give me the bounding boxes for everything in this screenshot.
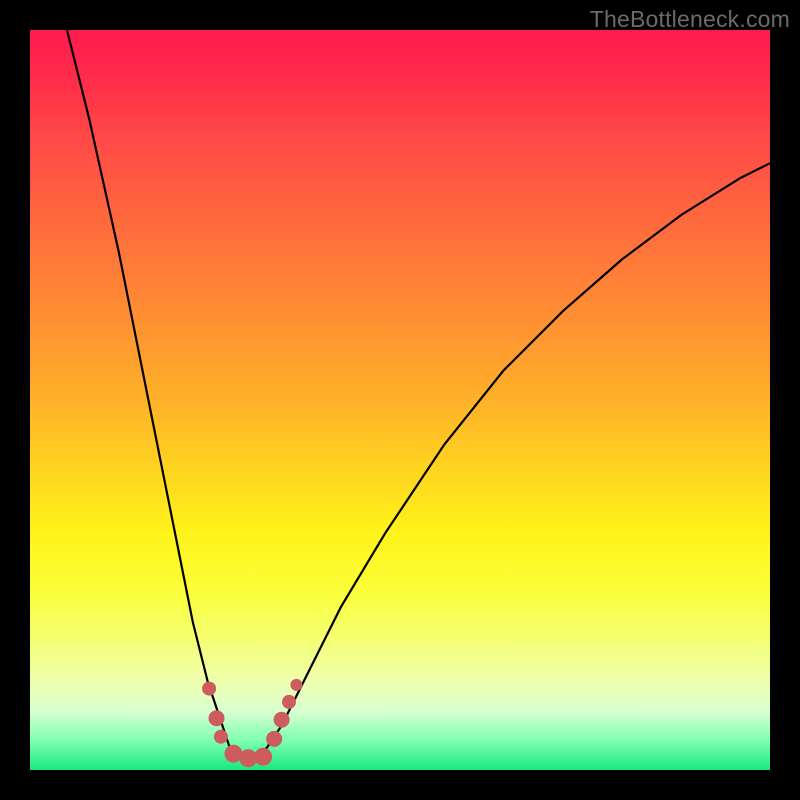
marker-point (274, 712, 290, 728)
watermark-text: TheBottleneck.com (590, 6, 790, 33)
chart-frame: TheBottleneck.com (0, 0, 800, 800)
highlight-markers (202, 679, 302, 767)
bottleneck-curve (67, 30, 770, 759)
marker-point (214, 730, 228, 744)
marker-point (282, 695, 296, 709)
marker-point (254, 748, 272, 766)
marker-point (202, 682, 216, 696)
marker-point (290, 679, 302, 691)
plot-area (30, 30, 770, 770)
marker-point (209, 710, 225, 726)
chart-svg (30, 30, 770, 770)
marker-point (266, 731, 282, 747)
